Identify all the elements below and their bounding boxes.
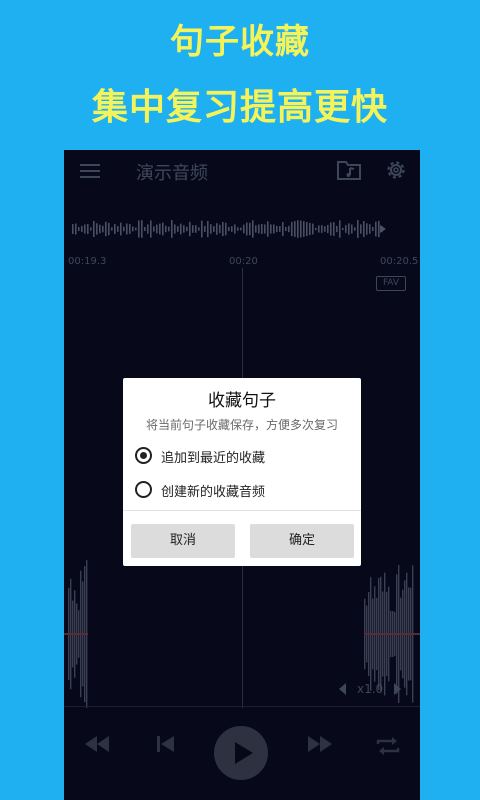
promo-headline-2: 集中复习提高更快 bbox=[91, 87, 388, 128]
repeat-icon[interactable] bbox=[375, 734, 401, 762]
time-mid-label: 00:20 bbox=[229, 256, 258, 267]
radio-selected-icon[interactable] bbox=[135, 447, 152, 464]
confirm-button[interactable]: 确定 bbox=[250, 524, 354, 558]
app-title: 演示音频 bbox=[136, 163, 208, 184]
app-toolbar: 演示音频 bbox=[64, 150, 420, 192]
dialog-title: 收藏句子 bbox=[208, 391, 276, 411]
time-start-label: 00:19.3 bbox=[68, 256, 107, 267]
waveform-overview[interactable] bbox=[64, 202, 420, 252]
time-end-label: 00:20.5 bbox=[380, 256, 419, 267]
fast-forward-icon[interactable] bbox=[307, 734, 333, 758]
fav-badge[interactable]: FAV bbox=[376, 276, 406, 291]
option-label: 追加到最近的收藏 bbox=[161, 451, 266, 466]
gear-icon[interactable] bbox=[384, 158, 408, 186]
promo-headline-1: 句子收藏 bbox=[170, 22, 310, 62]
cancel-button[interactable]: 取消 bbox=[131, 524, 235, 558]
speed-down-icon[interactable] bbox=[339, 683, 347, 698]
option-create-new[interactable]: 创建新的收藏音频 bbox=[135, 480, 355, 502]
play-button[interactable] bbox=[214, 726, 268, 780]
music-folder-icon[interactable] bbox=[336, 159, 362, 185]
option-label: 创建新的收藏音频 bbox=[161, 485, 266, 500]
play-icon bbox=[235, 742, 253, 764]
favorite-dialog: 收藏句子 将当前句子收藏保存，方便多次复习 追加到最近的收藏 创建新的收藏音频 … bbox=[123, 378, 361, 566]
speed-up-icon[interactable] bbox=[393, 683, 401, 698]
menu-icon[interactable] bbox=[80, 164, 100, 178]
waveform-detail[interactable] bbox=[64, 550, 420, 730]
rewind-icon[interactable] bbox=[84, 734, 110, 758]
dialog-subtitle: 将当前句子收藏保存，方便多次复习 bbox=[145, 418, 338, 432]
controls-divider bbox=[64, 706, 420, 707]
speed-control[interactable]: x1.0 bbox=[339, 682, 409, 698]
previous-icon[interactable] bbox=[156, 734, 176, 758]
radio-unselected-icon[interactable] bbox=[135, 481, 152, 498]
speed-label: x1.0 bbox=[357, 682, 384, 696]
dialog-divider bbox=[123, 510, 361, 511]
option-append-recent[interactable]: 追加到最近的收藏 bbox=[135, 446, 355, 468]
